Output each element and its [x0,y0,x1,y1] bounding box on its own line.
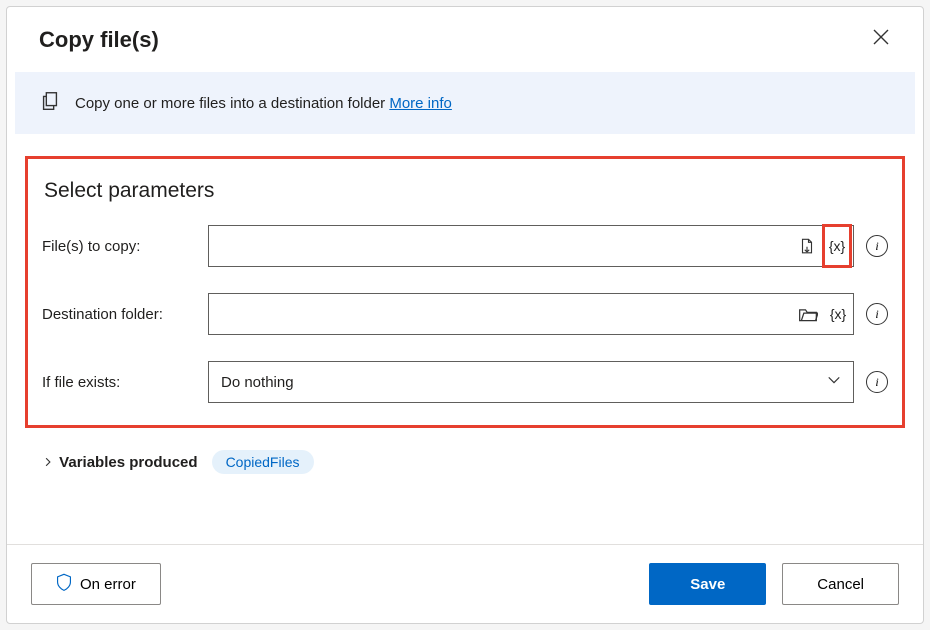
destination-folder-row: Destination folder: {x} i [42,293,888,335]
insert-variable-button[interactable]: {x} [822,224,852,268]
close-icon[interactable] [869,25,893,54]
select-parameters-section: Select parameters File(s) to copy: {x} i… [25,156,905,428]
on-error-label: On error [80,576,136,593]
section-title: Select parameters [42,179,888,203]
titlebar: Copy file(s) [7,7,923,72]
folder-picker-icon[interactable] [793,294,823,334]
exists-label: If file exists: [42,374,208,391]
save-button[interactable]: Save [649,563,766,605]
insert-variable-button[interactable]: {x} [823,294,853,334]
dest-input-wrap: {x} [208,293,854,335]
banner-text: Copy one or more files into a destinatio… [75,95,452,112]
variables-label: Variables produced [59,454,197,471]
dest-label: Destination folder: [42,306,208,323]
variable-token-icon: {x} [830,306,846,322]
files-label: File(s) to copy: [42,238,208,255]
select-value: Do nothing [221,374,294,391]
copy-files-dialog: Copy file(s) Copy one or more files into… [6,6,924,624]
banner-text-content: Copy one or more files into a destinatio… [75,95,389,112]
expand-variables[interactable]: Variables produced [43,454,198,471]
dialog-footer: On error Save Cancel [7,544,923,623]
shield-icon [56,573,72,595]
if-file-exists-row: If file exists: Do nothing i [42,361,888,403]
info-icon[interactable]: i [866,303,888,325]
variable-pill[interactable]: CopiedFiles [212,450,314,474]
info-icon[interactable]: i [866,371,888,393]
cancel-button[interactable]: Cancel [782,563,899,605]
dialog-title: Copy file(s) [39,27,159,53]
file-picker-icon[interactable] [792,226,822,266]
files-to-copy-row: File(s) to copy: {x} i [42,225,888,267]
variables-produced-row[interactable]: Variables produced CopiedFiles [7,436,923,474]
chevron-right-icon [43,454,57,471]
more-info-link[interactable]: More info [389,95,452,112]
info-banner: Copy one or more files into a destinatio… [15,72,915,134]
files-to-copy-input[interactable] [209,226,792,266]
info-icon[interactable]: i [866,235,888,257]
copy-icon [39,90,61,116]
files-input-wrap: {x} [208,225,854,267]
if-file-exists-select[interactable]: Do nothing [208,361,854,403]
on-error-button[interactable]: On error [31,563,161,605]
destination-folder-input[interactable] [209,294,793,334]
chevron-down-icon [827,373,841,392]
variable-token-icon: {x} [829,238,845,254]
